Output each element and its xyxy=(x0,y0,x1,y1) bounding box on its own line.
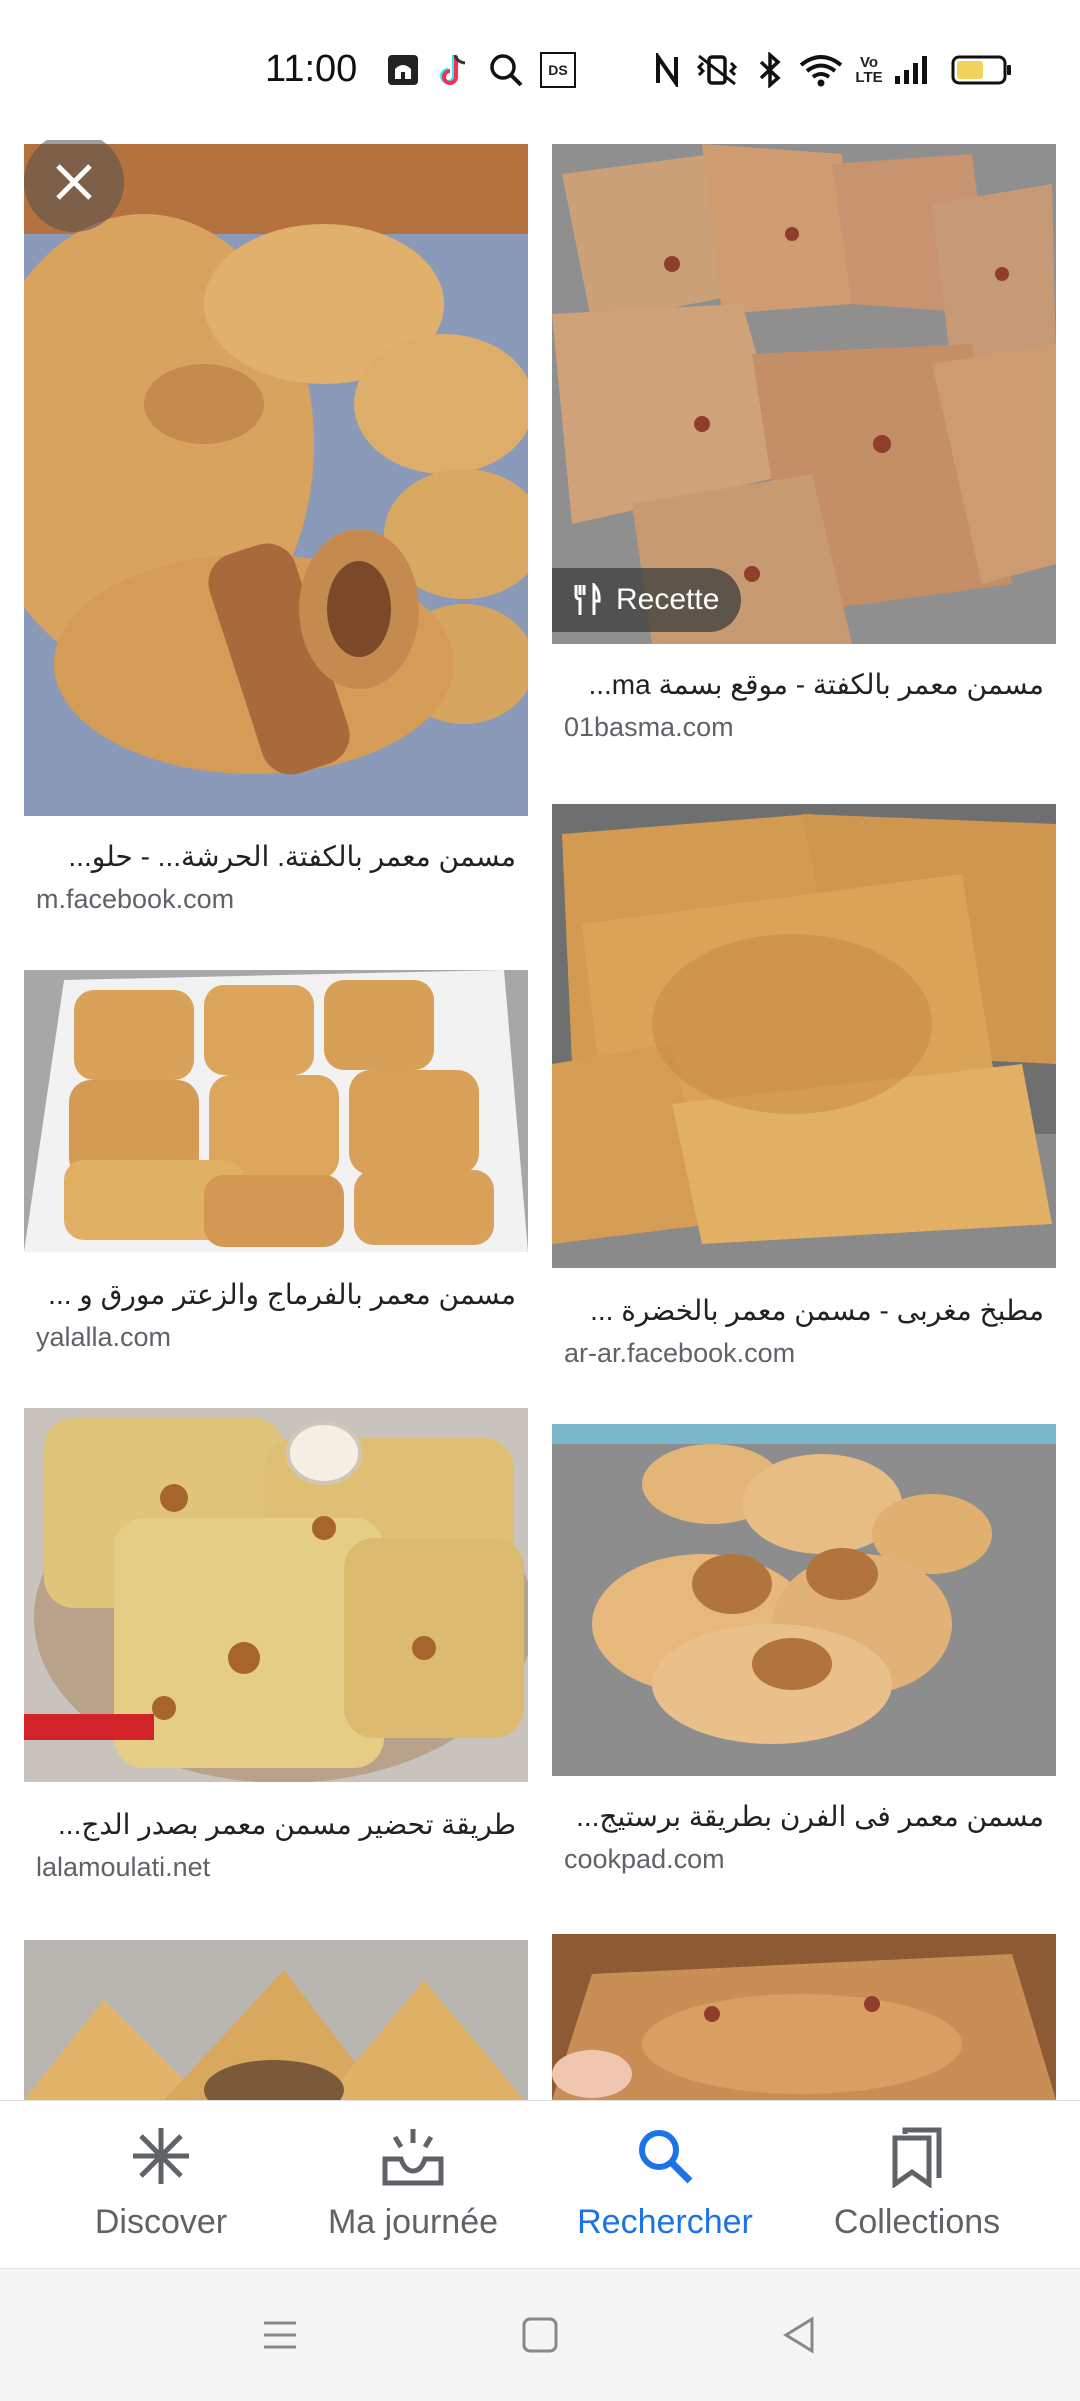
result-card[interactable] xyxy=(24,1940,528,2100)
image-results-grid: مسمن معمر بالكفتة. الحرشة... - حلو... m.… xyxy=(0,140,1080,2100)
tiktok-icon xyxy=(436,50,472,90)
result-card[interactable]: Recette مسمن معمر بالكفتة - موقع بسمة ma… xyxy=(552,144,1056,764)
result-image[interactable] xyxy=(552,1424,1056,1776)
home-icon xyxy=(522,2317,558,2353)
result-card[interactable]: مسمن معمر فى الفرن بطريقة برستيج... cook… xyxy=(552,1424,1056,1904)
bookmarks-icon xyxy=(889,2123,945,2189)
result-card[interactable]: مسمن معمر بالكفتة. الحرشة... - حلو... m.… xyxy=(24,144,528,924)
battery-icon xyxy=(950,50,1014,90)
ds-icon: DS xyxy=(540,50,576,90)
result-image[interactable] xyxy=(24,1408,528,1782)
volte-icon: Vo LTE xyxy=(855,54,883,86)
result-image[interactable] xyxy=(552,804,1056,1268)
bluetooth-icon xyxy=(756,50,784,90)
result-card[interactable]: طريقة تحضير مسمن معمر بصدر الدج... lalam… xyxy=(24,1408,528,1908)
result-source: 01basma.com xyxy=(564,712,734,742)
nav-rechercher[interactable]: Rechercher xyxy=(530,2101,800,2269)
back-icon xyxy=(783,2316,814,2354)
system-navigation-bar xyxy=(0,2268,1080,2401)
mosque-icon xyxy=(385,50,421,90)
nfc-icon xyxy=(652,50,682,90)
nav-label: Ma journée xyxy=(327,2203,499,2241)
nav-label: Discover xyxy=(94,2203,228,2241)
recipe-badge: Recette xyxy=(552,568,742,632)
back-button[interactable] xyxy=(770,2309,830,2361)
nav-label: Rechercher xyxy=(577,2203,753,2241)
result-source: cookpad.com xyxy=(564,1844,725,1874)
result-image[interactable] xyxy=(552,1934,1056,2100)
search-icon xyxy=(486,50,526,90)
nav-ma-journee[interactable]: Ma journée xyxy=(278,2101,548,2269)
close-icon xyxy=(56,164,92,200)
inbox-sun-icon xyxy=(381,2123,445,2189)
menu-icon xyxy=(264,2321,296,2349)
home-button[interactable] xyxy=(510,2309,570,2361)
wifi-icon xyxy=(798,50,844,90)
search-icon xyxy=(634,2123,696,2189)
result-title[interactable]: مسمن معمر بالكفتة. الحرشة... - حلو... xyxy=(36,840,516,873)
menu-button[interactable] xyxy=(250,2309,310,2361)
nav-collections[interactable]: Collections xyxy=(782,2101,1052,2269)
result-source: lalamoulati.net xyxy=(36,1852,211,1882)
nav-discover[interactable]: Discover xyxy=(26,2101,296,2269)
result-title[interactable]: مسمن معمر فى الفرن بطريقة برستيج... xyxy=(564,1800,1044,1833)
result-image[interactable] xyxy=(24,970,528,1252)
result-image[interactable] xyxy=(24,1940,528,2100)
status-bar: 11:00 DS Vo LTE xyxy=(0,0,1080,140)
result-title[interactable]: مطبخ مغربى - مسمن معمر بالخضرة ... xyxy=(564,1294,1044,1327)
result-card[interactable]: مطبخ مغربى - مسمن معمر بالخضرة ... ar-ar… xyxy=(552,804,1056,1384)
asterisk-icon xyxy=(130,2123,192,2189)
result-source: yalalla.com xyxy=(36,1322,172,1352)
fork-knife-icon xyxy=(574,583,601,615)
result-card[interactable] xyxy=(552,1934,1056,2100)
result-card[interactable]: مسمن معمر بالفرماج والزعتر مورق و ... ya… xyxy=(24,970,528,1370)
result-source: m.facebook.com xyxy=(36,884,235,914)
result-image[interactable] xyxy=(24,144,528,816)
result-title[interactable]: مسمن معمر بالفرماج والزعتر مورق و ... xyxy=(36,1278,516,1311)
result-source: ar-ar.facebook.com xyxy=(564,1338,796,1368)
nav-label: Collections xyxy=(833,2203,1001,2241)
result-title[interactable]: طريقة تحضير مسمن معمر بصدر الدج... xyxy=(36,1808,516,1841)
bottom-navigation: Discover Ma journée Rechercher Collectio… xyxy=(0,2100,1080,2269)
result-image[interactable]: Recette xyxy=(552,144,1056,644)
recipe-badge-label: Recette xyxy=(616,583,720,616)
result-title[interactable]: مسمن معمر بالكفتة - موقع بسمة ma... xyxy=(564,668,1044,701)
signal-icon xyxy=(892,50,930,90)
vibrate-icon xyxy=(692,50,742,90)
status-time: 11:00 xyxy=(265,48,358,90)
